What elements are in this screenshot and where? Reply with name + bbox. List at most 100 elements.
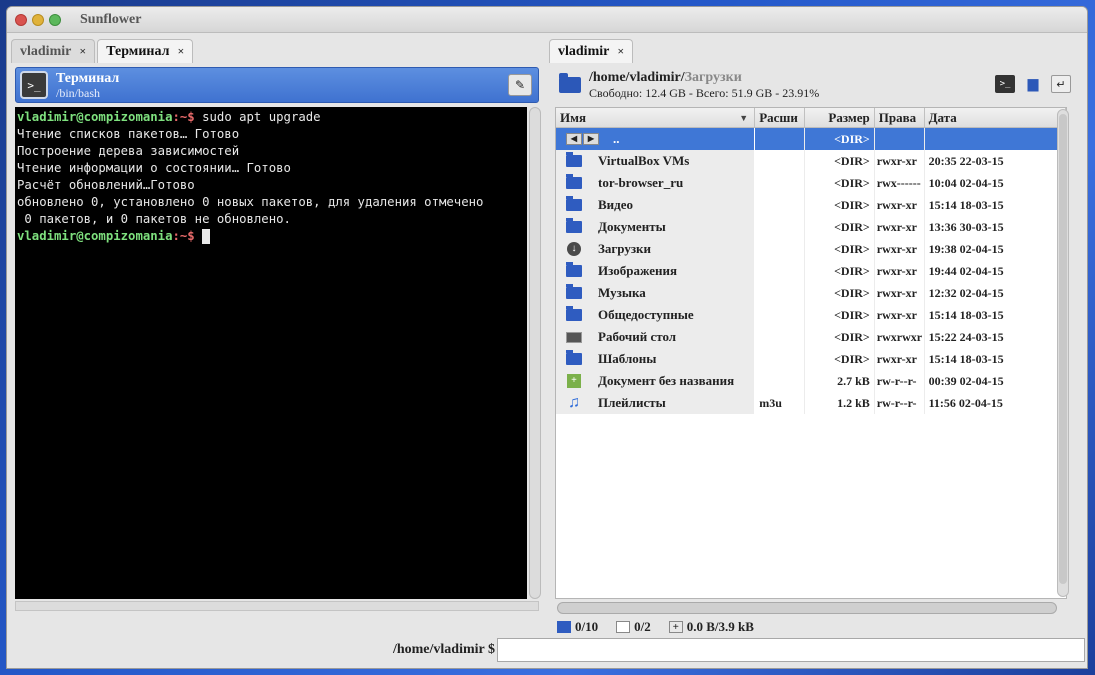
file-name-cell: ↓ Загрузки xyxy=(556,238,756,260)
terminal-line: 0 пакетов, и 0 пакетов не обновлено. xyxy=(17,212,291,226)
file-name: tor-browser_ru xyxy=(598,175,684,190)
minimize-window-button[interactable] xyxy=(32,13,44,26)
column-ext[interactable]: Расши xyxy=(755,108,805,127)
terminal-user: vladimir@compizomania xyxy=(17,110,173,124)
file-ext xyxy=(755,260,806,282)
file-ext xyxy=(755,194,806,216)
current-path[interactable]: /home/vladimir/Загрузки xyxy=(589,70,819,86)
file-manager-header: /home/vladimir/Загрузки Свободно: 12.4 G… xyxy=(553,67,1077,103)
file-ext xyxy=(755,150,806,172)
file-size: <DIR> xyxy=(805,304,875,326)
file-date: 15:14 18-03-15 xyxy=(928,198,1004,212)
table-row[interactable]: Рабочий стол <DIR> rwxrwxr 15:22 24-03-15 xyxy=(556,326,1066,348)
file-name: Документы xyxy=(598,219,666,234)
folder-icon[interactable]: ▆ xyxy=(1023,75,1043,93)
file-name: .. xyxy=(613,131,620,146)
folder-icon xyxy=(566,284,582,299)
tab-terminal[interactable]: Терминал × xyxy=(97,39,194,63)
tab-vladimir-right[interactable]: vladimir × xyxy=(549,39,634,63)
file-perm: rwxr-xr xyxy=(875,282,925,304)
terminal-cursor xyxy=(202,229,211,244)
terminal-prompt-sep: :~$ xyxy=(172,229,195,243)
table-row[interactable]: Документы <DIR> rwxr-xr 13:36 30-03-15 xyxy=(556,216,1066,238)
terminal-command: sudo apt upgrade xyxy=(194,110,321,124)
file-ext: m3u xyxy=(755,392,806,414)
column-date[interactable]: Дата xyxy=(925,108,1066,127)
updir-icon: ◀ ▶ xyxy=(566,133,599,145)
file-date: 20:35 22-03-15 xyxy=(928,154,1004,168)
file-ext xyxy=(755,282,806,304)
terminal-line: Чтение списков пакетов… Готово xyxy=(17,127,240,141)
file-name: Изображения xyxy=(598,263,678,278)
folder-icon xyxy=(566,174,582,189)
left-tab-bar: vladimir × Терминал × xyxy=(11,37,543,63)
terminal-icon[interactable]: >_ xyxy=(995,75,1015,93)
table-row[interactable]: tor-browser_ru <DIR> rwx------ 10:04 02-04-… xyxy=(556,172,1066,194)
table-row[interactable]: Музыка <DIR> rwxr-xr 12:32 02-04-15 xyxy=(556,282,1066,304)
close-icon[interactable]: × xyxy=(617,44,624,59)
folder-icon xyxy=(566,218,582,233)
table-row[interactable]: ♫ Плейлисты m3u 1.2 kB rw-r--r- 11:56 02-04-1… xyxy=(556,392,1066,414)
table-row[interactable]: ◀ ▶.. <DIR> xyxy=(556,128,1066,150)
file-perm: rwxrwxr xyxy=(875,326,925,348)
tab-label: vladimir xyxy=(20,43,72,59)
file-list-vscrollbar[interactable] xyxy=(1057,109,1069,597)
file-perm: rwxr-xr xyxy=(875,150,925,172)
close-window-button[interactable] xyxy=(15,13,27,26)
return-icon[interactable]: ↵ xyxy=(1051,75,1071,93)
table-row[interactable]: Общедоступные <DIR> rwxr-xr 15:14 18-03-15 xyxy=(556,304,1066,326)
close-icon[interactable]: × xyxy=(177,44,184,59)
status-bar: 0/10 0/2 +0.0 B/3.9 kB xyxy=(557,619,754,635)
terminal-shell-path: /bin/bash xyxy=(56,85,100,100)
tab-label: Терминал xyxy=(106,43,170,59)
file-list-header: Имя ▼ Расши Размер Права Дата xyxy=(556,108,1066,128)
file-ext xyxy=(755,370,806,392)
edit-icon[interactable]: ✎ xyxy=(508,74,532,96)
file-size: 2.7 kB xyxy=(805,370,875,392)
file-name-cell: + Документ без названия xyxy=(556,370,756,392)
desktop-icon xyxy=(566,331,582,343)
file-date: 10:04 02-04-15 xyxy=(928,176,1004,190)
file-list: Имя ▼ Расши Размер Права Дата ◀ ▶.. <DIR> Vi… xyxy=(555,107,1067,599)
tab-vladimir-left[interactable]: vladimir × xyxy=(11,39,96,63)
folder-icon xyxy=(566,196,582,211)
table-row[interactable]: ↓ Загрузки <DIR> rwxr-xr 19:38 02-04-15 xyxy=(556,238,1066,260)
table-row[interactable]: Шаблоны <DIR> rwxr-xr 15:14 18-03-15 xyxy=(556,348,1066,370)
table-row[interactable]: VirtualBox VMs <DIR> rwxr-xr 20:35 22-03-15 xyxy=(556,150,1066,172)
terminal-prompt-sep: :~$ xyxy=(172,110,195,124)
terminal-icon: >_ xyxy=(20,71,48,99)
file-size: <DIR> xyxy=(805,282,875,304)
file-ext xyxy=(755,348,806,370)
file-list-hscrollbar[interactable] xyxy=(557,602,1057,614)
folder-icon xyxy=(566,306,582,321)
title-bar: Sunflower xyxy=(7,7,1087,33)
file-ext xyxy=(755,238,806,260)
command-prompt: /home/vladimir $ xyxy=(392,642,495,657)
file-perm: rwxr-xr xyxy=(875,216,925,238)
maximize-window-button[interactable] xyxy=(49,13,61,26)
file-size: <DIR> xyxy=(805,216,875,238)
table-row[interactable]: + Документ без названия 2.7 kB rw-r--r- 00:3… xyxy=(556,370,1066,392)
file-date: 12:32 02-04-15 xyxy=(928,286,1004,300)
terminal-scrollbar[interactable] xyxy=(529,107,541,599)
terminal-output[interactable]: vladimir@compizomania:~$ sudo apt upgrad… xyxy=(15,107,527,599)
column-size[interactable]: Размер xyxy=(805,108,875,127)
file-name-cell: Видео xyxy=(556,194,756,216)
file-name-cell: ◀ ▶.. xyxy=(556,128,756,150)
file-size: <DIR> xyxy=(805,260,875,282)
column-perm[interactable]: Права xyxy=(875,108,925,127)
terminal-hscrollbar[interactable] xyxy=(15,601,539,611)
terminal-line: Построение дерева зависимостей xyxy=(17,144,240,158)
command-input[interactable] xyxy=(497,638,1085,662)
column-name[interactable]: Имя ▼ xyxy=(556,108,756,127)
file-date: 15:14 18-03-15 xyxy=(928,308,1004,322)
file-size: <DIR> xyxy=(805,172,875,194)
file-name: Общедоступные xyxy=(598,307,694,322)
close-icon[interactable]: × xyxy=(79,44,86,59)
file-name-cell: VirtualBox VMs xyxy=(556,150,756,172)
table-row[interactable]: Видео <DIR> rwxr-xr 15:14 18-03-15 xyxy=(556,194,1066,216)
files-count: 0/2 xyxy=(634,619,651,634)
file-date: 13:36 30-03-15 xyxy=(928,220,1004,234)
table-row[interactable]: Изображения <DIR> rwxr-xr 19:44 02-04-15 xyxy=(556,260,1066,282)
file-name: Шаблоны xyxy=(598,351,657,366)
